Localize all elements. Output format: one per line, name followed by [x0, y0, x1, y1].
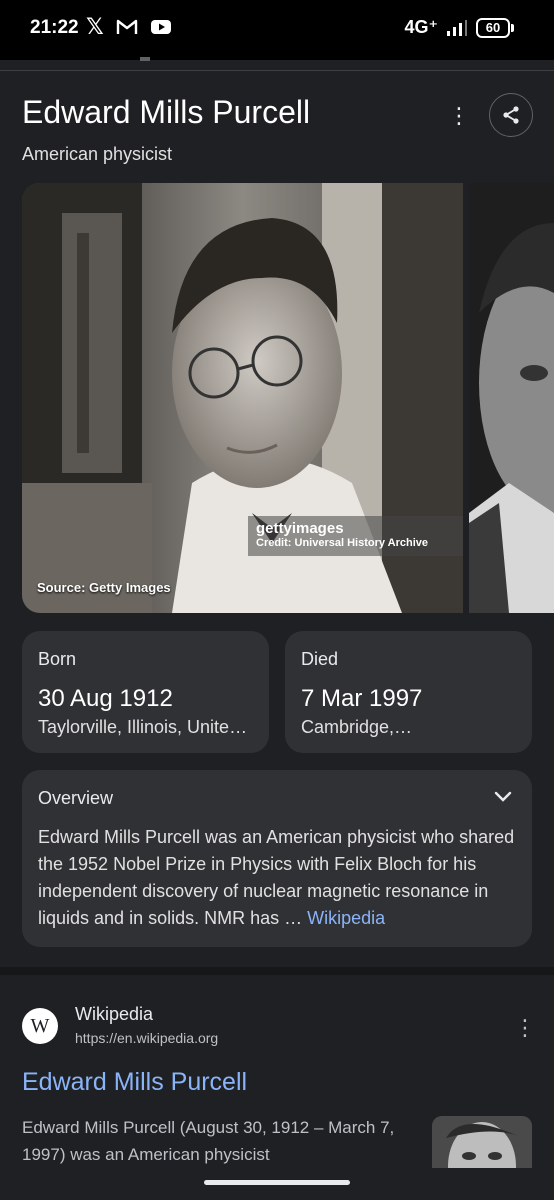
header-divider — [0, 70, 554, 71]
result-snippet: Edward Mills Purcell (August 30, 1912 – … — [22, 1118, 395, 1164]
battery-tip — [511, 23, 514, 32]
result-more-options-icon[interactable]: ⋮ — [514, 1017, 536, 1039]
share-button[interactable] — [489, 93, 533, 137]
born-date: 30 Aug 1912 — [38, 685, 173, 712]
entity-title: Edward Mills Purcell — [22, 94, 311, 130]
share-icon — [503, 106, 519, 124]
result-title-link[interactable]: Edward Mills Purcell — [22, 1068, 247, 1097]
battery-icon: 60 — [476, 17, 510, 38]
notification-icons: 𝕏 — [86, 16, 172, 38]
status-time: 21:22 — [30, 17, 79, 38]
born-label: Born — [38, 649, 77, 669]
wikipedia-logo-icon[interactable]: W — [22, 1008, 58, 1044]
born-card[interactable]: Born 30 Aug 1912 Taylorville, Illinois, … — [22, 631, 269, 753]
getty-brand: gettyimages — [256, 520, 344, 537]
x-app-icon: 𝕏 — [86, 14, 104, 39]
status-bar: 21:22 𝕏 4G⁺ 60 — [0, 0, 554, 60]
overview-title: Overview — [38, 788, 114, 808]
overview-wikipedia-link[interactable]: Wikipedia — [307, 908, 385, 928]
overview-text-block: Edward Mills Purcell was an American phy… — [38, 824, 522, 932]
entity-subtitle: American physicist — [22, 144, 173, 164]
thumbnail-photo — [432, 1116, 532, 1168]
entity-photo-main[interactable]: gettyimages Credit: Universal History Ar… — [22, 183, 463, 613]
getty-watermark: gettyimages Credit: Universal History Ar… — [248, 516, 463, 556]
overview-ellipsis: … — [279, 908, 308, 928]
overview-card[interactable]: Overview Edward Mills Purcell was an Ame… — [22, 770, 532, 947]
gmail-icon — [116, 19, 137, 34]
chevron-down-icon[interactable] — [492, 786, 514, 808]
drag-indicator — [140, 57, 150, 61]
result-thumbnail[interactable] — [432, 1116, 532, 1168]
system-indicators: 4G⁺ 60 — [404, 17, 514, 38]
died-card[interactable]: Died 7 Mar 1997 Cambridge,… — [285, 631, 532, 753]
image-source-label[interactable]: Source: Getty Images — [37, 580, 171, 595]
entity-photo-secondary[interactable] — [469, 183, 554, 613]
result-url[interactable]: https://en.wikipedia.org — [75, 1030, 218, 1046]
died-place: Cambridge,… — [301, 717, 413, 737]
died-label: Died — [301, 649, 339, 669]
signal-icon — [447, 19, 467, 36]
portrait-photo-2 — [469, 183, 554, 613]
youtube-icon — [150, 20, 171, 34]
overview-description: Edward Mills Purcell was an American phy… — [38, 827, 515, 928]
died-date: 7 Mar 1997 — [301, 685, 423, 712]
result-site-name[interactable]: Wikipedia — [75, 1004, 153, 1025]
more-options-icon[interactable]: ⋮ — [448, 104, 470, 128]
gesture-handle[interactable] — [204, 1180, 350, 1185]
getty-credit: Credit: Universal History Archive — [256, 537, 428, 549]
section-divider — [0, 967, 554, 975]
network-type: 4G⁺ — [404, 17, 438, 37]
born-place: Taylorville, Illinois, Unite… — [38, 717, 248, 737]
